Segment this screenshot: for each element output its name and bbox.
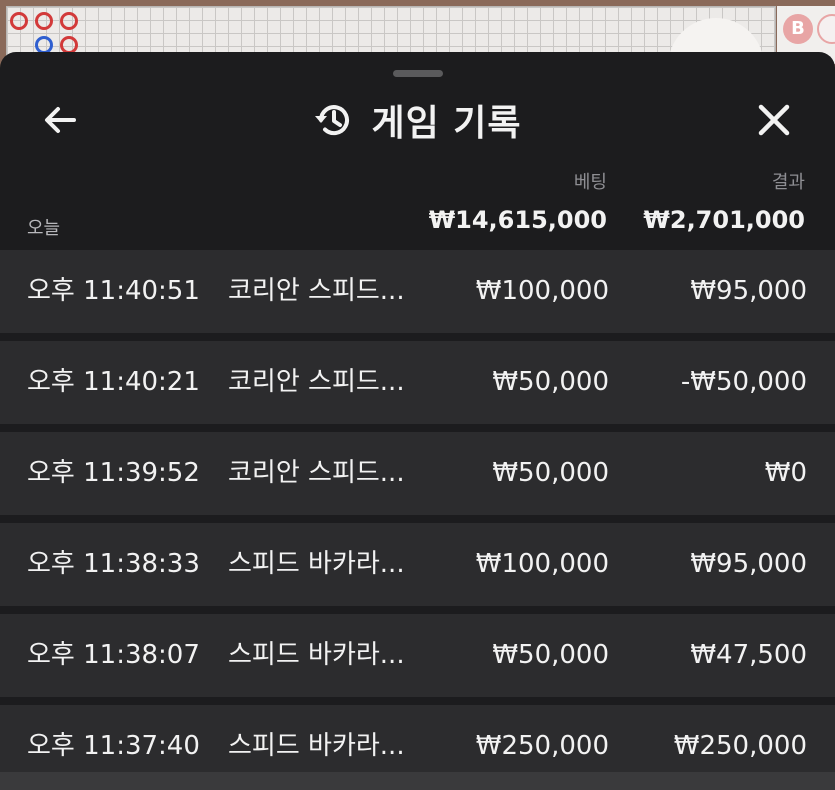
row-bet: ₩50,000 xyxy=(492,367,609,397)
row-result: ₩95,000 xyxy=(690,549,807,579)
row-time: 오후 11:38:07 xyxy=(27,640,200,670)
header: 게임 기록 xyxy=(0,92,835,148)
row-game: 코리안 스피드... xyxy=(228,276,405,306)
row-time: 오후 11:40:21 xyxy=(27,367,200,397)
row-time: 오후 11:39:52 xyxy=(27,458,200,488)
banker-badge: B xyxy=(783,14,813,44)
history-row[interactable]: 오후 11:40:51 코리안 스피드... ₩100,000 ₩95,000 xyxy=(0,250,835,333)
row-time: 오후 11:38:33 xyxy=(27,549,200,579)
bet-column-header: 베팅 xyxy=(573,172,607,193)
close-button[interactable] xyxy=(752,98,796,142)
result-column-header: 결과 xyxy=(771,172,805,193)
close-icon xyxy=(758,104,790,136)
bead-red xyxy=(35,12,53,30)
row-result: ₩47,500 xyxy=(690,640,807,670)
total-bet: ₩14,615,000 xyxy=(428,206,607,234)
game-history-sheet: 게임 기록 베팅 결과 오늘 ₩14,615,000 ₩2,701,000 오후… xyxy=(0,52,835,790)
history-row[interactable]: 오후 11:38:07 스피드 바카라... ₩50,000 ₩47,500 xyxy=(0,614,835,697)
page-title: 게임 기록 xyxy=(371,103,522,144)
row-bet: ₩50,000 xyxy=(492,640,609,670)
date-group-label: 오늘 xyxy=(27,218,61,239)
total-result: ₩2,701,000 xyxy=(643,206,805,234)
history-list: 오후 11:40:51 코리안 스피드... ₩100,000 ₩95,000 … xyxy=(0,250,835,790)
row-time: 오후 11:40:51 xyxy=(27,276,200,306)
history-row[interactable]: 오후 11:40:21 코리안 스피드... ₩50,000 -₩50,000 xyxy=(0,341,835,424)
history-icon xyxy=(315,105,350,136)
row-game: 코리안 스피드... xyxy=(228,458,405,488)
history-row[interactable]: 오후 11:39:52 코리안 스피드... ₩50,000 ₩0 xyxy=(0,432,835,515)
row-result: ₩95,000 xyxy=(690,276,807,306)
row-game: 스피드 바카라... xyxy=(228,549,405,579)
history-row[interactable]: 오후 11:38:33 스피드 바카라... ₩100,000 ₩95,000 xyxy=(0,523,835,606)
bead-red xyxy=(60,12,78,30)
row-bet: ₩50,000 xyxy=(492,458,609,488)
row-result: ₩0 xyxy=(764,458,807,488)
bead-red xyxy=(10,12,28,30)
bottom-bar xyxy=(0,772,835,790)
drag-handle[interactable] xyxy=(393,70,443,77)
row-game: 스피드 바카라... xyxy=(228,640,405,670)
row-result: -₩50,000 xyxy=(680,367,807,397)
row-game: 코리안 스피드... xyxy=(228,367,405,397)
row-bet: ₩100,000 xyxy=(475,276,609,306)
row-bet: ₩100,000 xyxy=(475,549,609,579)
